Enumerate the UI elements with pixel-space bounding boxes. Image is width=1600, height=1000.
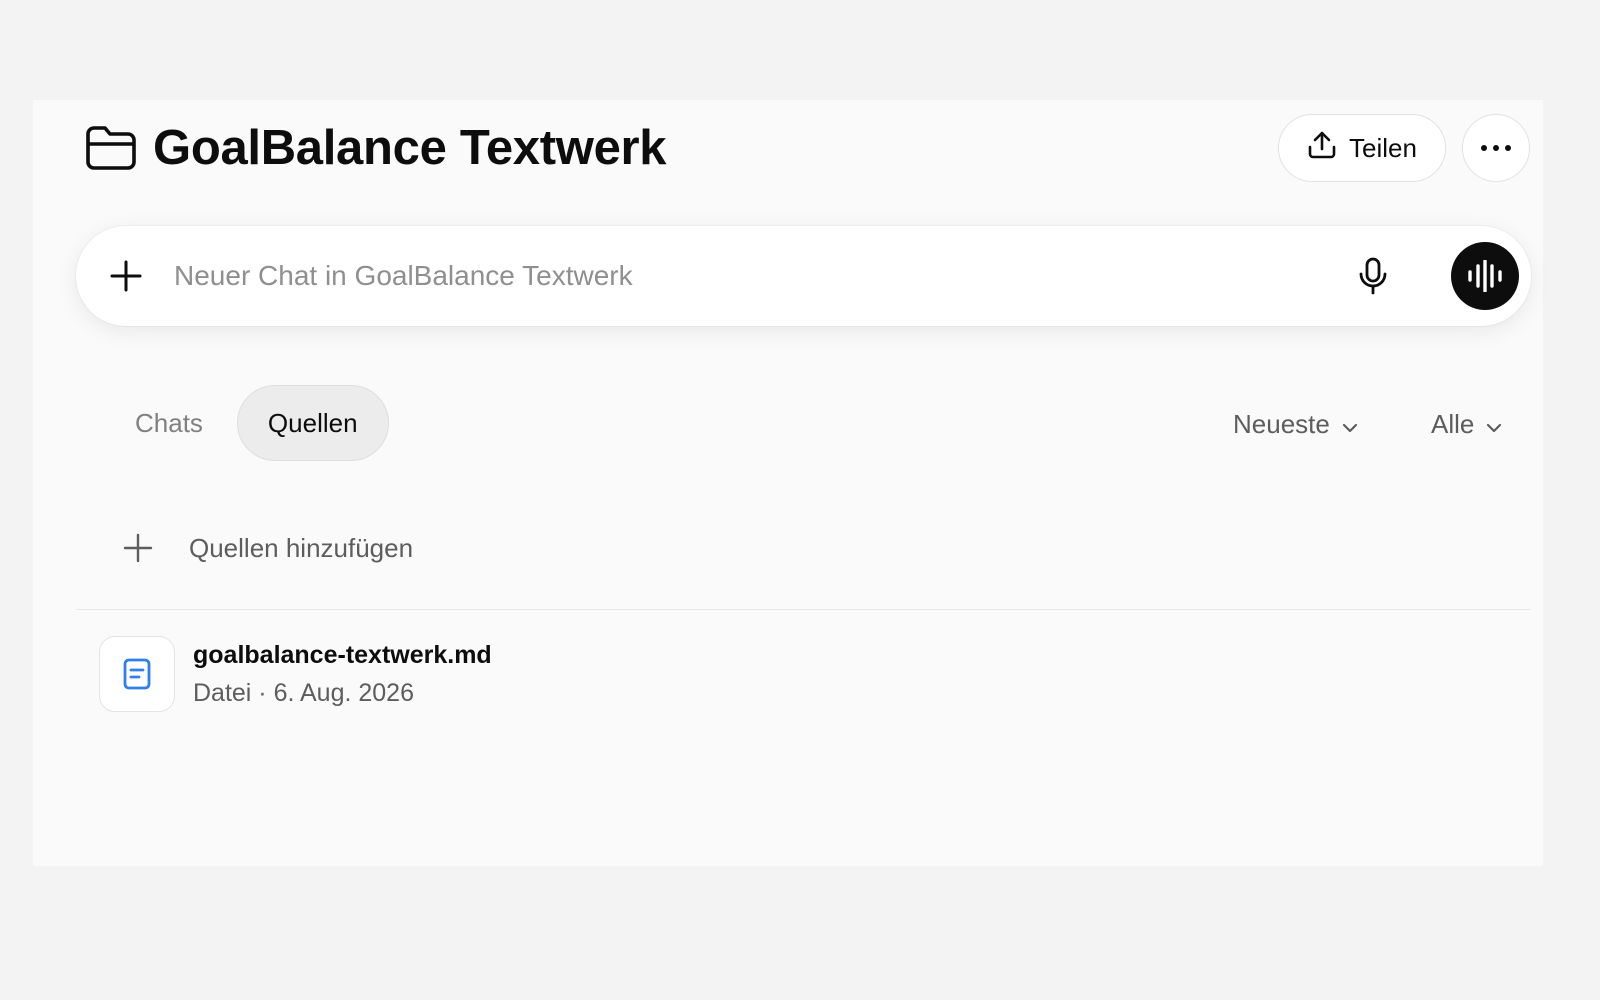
file-text: goalbalance-textwerk.md Datei · 6. Aug. … (193, 641, 492, 708)
chevron-down-icon (1486, 409, 1502, 440)
microphone-icon[interactable] (1351, 254, 1395, 298)
plus-icon (121, 531, 155, 565)
tab-quellen[interactable]: Quellen (236, 385, 389, 461)
source-file-item[interactable]: goalbalance-textwerk.md Datei · 6. Aug. … (99, 636, 492, 712)
voice-waveform-icon[interactable] (1451, 242, 1519, 310)
more-options-button[interactable] (1462, 114, 1530, 182)
sort-dropdown[interactable]: Neueste (1233, 402, 1358, 446)
share-button[interactable]: Teilen (1278, 114, 1446, 182)
sort-label: Neueste (1233, 408, 1330, 439)
new-chat-input[interactable] (174, 253, 1314, 299)
file-name: goalbalance-textwerk.md (193, 640, 492, 669)
plus-icon[interactable] (106, 256, 146, 296)
project-panel: GoalBalance Textwerk Teilen Neuer Chat i… (33, 100, 1543, 866)
ellipsis-icon (1480, 139, 1512, 157)
tabs: Chats Quellen (105, 385, 389, 461)
share-label: Teilen (1349, 132, 1417, 163)
chevron-down-icon (1342, 409, 1358, 440)
upload-icon (1307, 130, 1337, 167)
add-sources-label: Quellen hinzufügen (189, 532, 414, 563)
filter-dropdown[interactable]: Alle (1431, 402, 1502, 446)
project-header: GoalBalance Textwerk (85, 118, 667, 178)
page-title: GoalBalance Textwerk (153, 121, 667, 175)
tab-chats[interactable]: Chats (105, 385, 233, 461)
folder-icon (85, 123, 139, 173)
divider (76, 609, 1531, 610)
file-meta: Datei · 6. Aug. 2026 (193, 678, 414, 707)
add-sources-button[interactable]: Quellen hinzufügen (121, 518, 413, 578)
chat-composer (76, 226, 1531, 326)
document-icon (99, 636, 175, 712)
filter-label: Alle (1431, 408, 1475, 439)
